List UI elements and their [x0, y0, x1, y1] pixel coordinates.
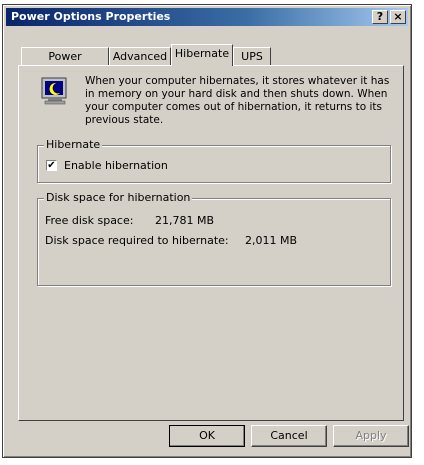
apply-button[interactable]: Apply [333, 425, 409, 447]
tab-advanced[interactable]: Advanced [109, 47, 171, 65]
free-disk-space-value: 21,781 MB [155, 214, 215, 227]
hibernate-groupbox: Hibernate ✔ Enable hibernation [37, 138, 391, 183]
tab-ups[interactable]: UPS [233, 47, 271, 65]
window-title: Power Options Properties [11, 10, 171, 23]
enable-hibernation-checkbox[interactable]: ✔ [46, 160, 57, 171]
title-bar[interactable]: Power Options Properties ? × [6, 8, 408, 26]
enable-hibernation-label[interactable]: Enable hibernation [64, 159, 168, 172]
dialog-window: Power Options Properties ? × Power Schem… [2, 4, 412, 458]
hibernate-group-title: Hibernate [44, 138, 103, 151]
tab-power-schemes[interactable]: Power Schemes [21, 47, 109, 76]
disk-space-groupbox: Disk space for hibernation Free disk spa… [37, 191, 391, 286]
hibernate-panel: When your computer hibernates, it stores… [18, 65, 404, 421]
required-disk-space-value: 2,011 MB [245, 234, 298, 247]
required-disk-space-label: Disk space required to hibernate: [45, 234, 229, 247]
ok-button[interactable]: OK [169, 425, 245, 447]
hibernate-description: When your computer hibernates, it stores… [85, 75, 390, 126]
free-disk-space-label: Free disk space: [45, 214, 134, 227]
cancel-button[interactable]: Cancel [251, 425, 327, 447]
close-button[interactable]: × [390, 10, 406, 24]
disk-space-group-title: Disk space for hibernation [44, 191, 193, 204]
tab-hibernate[interactable]: Hibernate [171, 44, 233, 66]
monitor-moon-icon [41, 77, 67, 105]
help-button[interactable]: ? [372, 10, 388, 24]
